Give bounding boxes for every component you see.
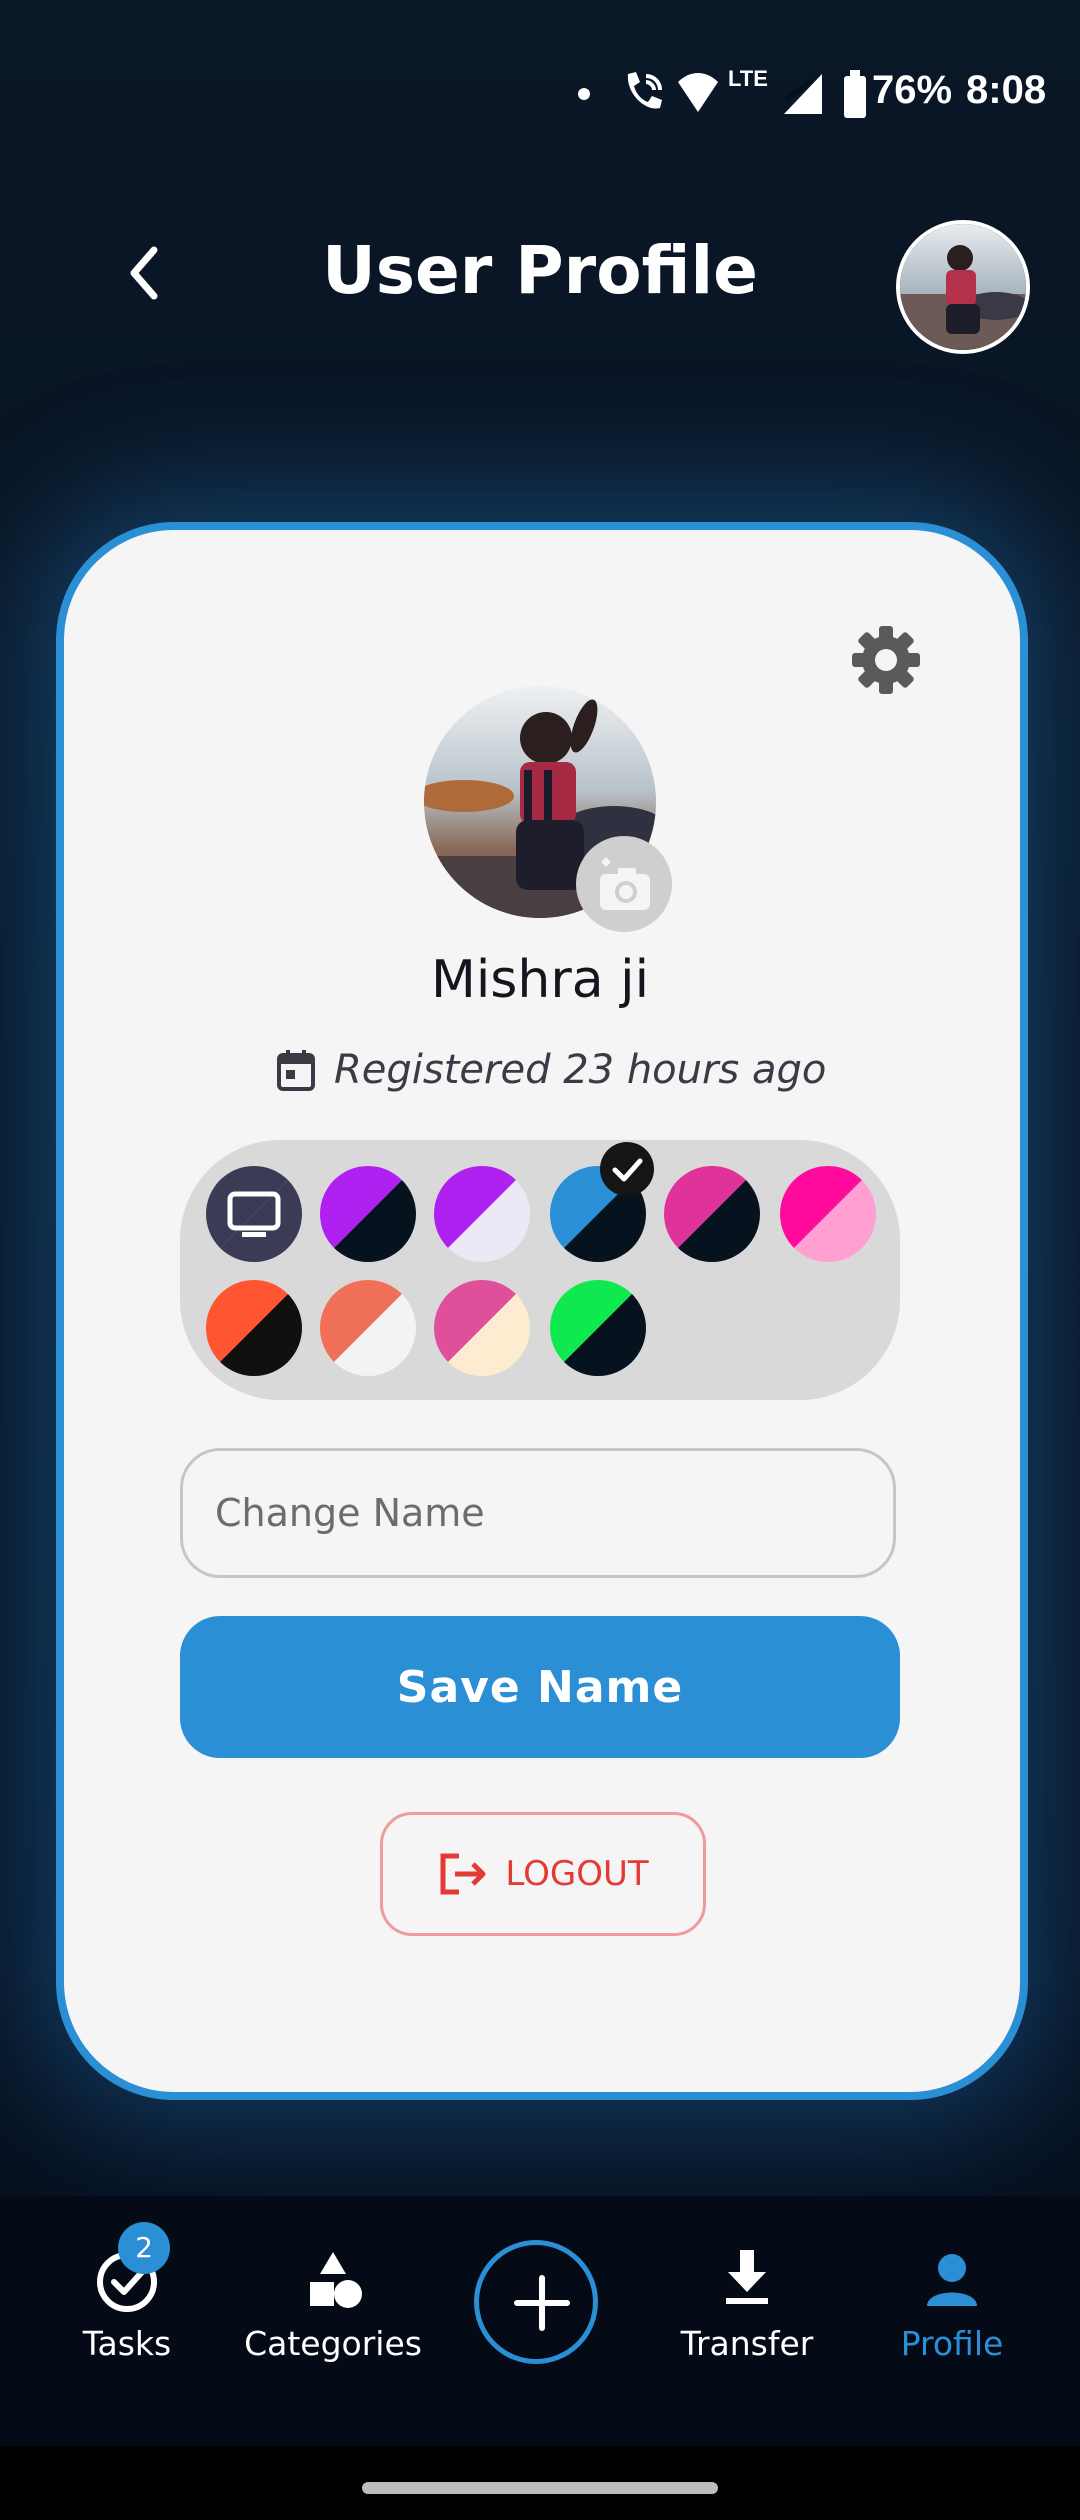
change-name-input[interactable] [180,1448,896,1578]
nav-categories-label: Categories [244,2324,422,2363]
logout-icon [440,1853,486,1895]
theme-swatch-pink-dark[interactable] [664,1166,760,1262]
categories-icon [310,2252,362,2308]
nav-transfer[interactable]: Transfer [647,2246,847,2363]
home-indicator[interactable] [362,2482,718,2494]
clock: 8:08 [966,68,1047,112]
theme-swatch-green-dark[interactable] [550,1280,646,1376]
save-name-button[interactable]: Save Name [180,1616,900,1758]
wifi-call-icon [627,72,662,109]
theme-swatch-system[interactable] [206,1166,302,1262]
header-avatar[interactable] [896,220,1030,354]
nav-profile[interactable]: Profile [852,2246,1052,2363]
plus-icon [514,2275,570,2331]
registered-text: Registered 23 hours ago [334,1047,827,1093]
add-task-button[interactable] [474,2240,598,2364]
back-button[interactable] [118,238,172,308]
nav-profile-label: Profile [900,2324,1004,2363]
theme-swatch-rose-cream[interactable] [434,1280,530,1376]
page-title: User Profile [322,232,758,309]
change-photo-button[interactable] [576,836,672,932]
calendar-icon [277,1050,315,1091]
download-icon [726,2250,768,2304]
add-photo-icon [600,858,650,910]
logout-label: LOGOUT [505,1854,649,1894]
person-icon [927,2254,977,2306]
logout-button[interactable]: LOGOUT [380,1812,706,1936]
signal-icon [784,74,822,114]
theme-swatch-purple-dark[interactable] [320,1166,416,1262]
nav-tasks-label: Tasks [82,2324,172,2363]
nav-categories[interactable]: Categories [233,2246,433,2363]
registered-info: Registered 23 hours ago [276,1040,826,1100]
status-bar: LTE 76% 8:08 [0,0,1080,190]
selected-check-icon [600,1142,654,1196]
avatar-photo [900,224,1026,350]
theme-swatch-purple-light[interactable] [434,1166,530,1262]
nav-transfer-label: Transfer [680,2324,814,2363]
network-type: LTE [728,66,768,91]
user-name: Mishra ji [430,950,650,1010]
theme-swatch-coral-light[interactable] [320,1280,416,1376]
dot-icon [578,88,590,100]
battery-icon [844,70,866,118]
theme-swatch-magenta-light[interactable] [780,1166,876,1262]
battery-percent: 76% [872,68,953,112]
app-screen: LTE 76% 8:08 User Profile Mishra ji Regi… [0,0,1080,2520]
tasks-badge: 2 [118,2222,170,2274]
wifi-icon [678,73,718,112]
gear-icon[interactable] [848,622,924,698]
theme-swatch-orange-dark[interactable] [206,1280,302,1376]
